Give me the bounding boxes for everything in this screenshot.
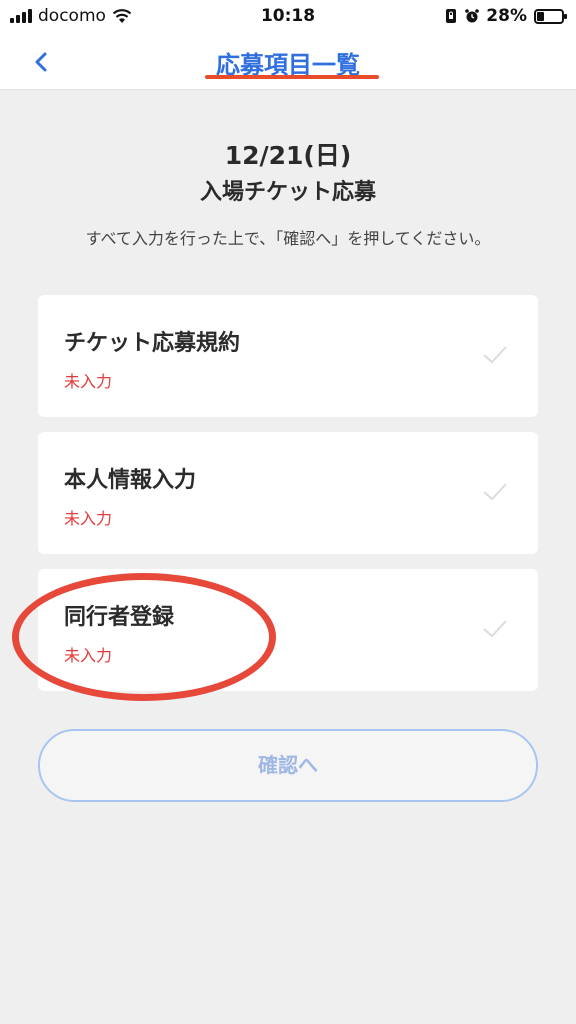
check-icon xyxy=(483,483,507,501)
nav-bar: 応募項目一覧 xyxy=(0,34,576,90)
portrait-lock-icon xyxy=(446,9,457,23)
check-icon xyxy=(483,346,507,364)
item-status: 未入力 xyxy=(64,509,113,528)
status-right: 28% xyxy=(444,6,567,26)
instruction-text: すべて入力を行った上で、「確認へ」を押してください。 xyxy=(85,229,491,248)
confirm-button[interactable]: 確認へ xyxy=(38,729,538,802)
item-status: 未入力 xyxy=(64,372,113,391)
item-title: チケット応募規約 xyxy=(64,331,241,356)
item-status: 未入力 xyxy=(64,646,113,665)
item-title: 同行者登録 xyxy=(64,605,175,630)
title-annotation-underline xyxy=(205,75,379,79)
item-card-terms[interactable]: チケット応募規約 未入力 xyxy=(38,295,538,417)
alarm-icon xyxy=(465,9,480,23)
item-card-companion[interactable]: 同行者登録 未入力 xyxy=(38,569,538,691)
battery-percent: 28% xyxy=(486,6,527,26)
check-icon xyxy=(483,620,507,638)
battery-icon xyxy=(534,8,567,24)
status-bar: docomo 10:18 28% xyxy=(0,0,576,34)
item-title: 本人情報入力 xyxy=(64,468,197,493)
item-card-personal-info[interactable]: 本人情報入力 未入力 xyxy=(38,432,538,554)
battery-level xyxy=(537,11,545,21)
application-title: 入場チケット応募 xyxy=(199,180,376,205)
event-date: 12/21(日) xyxy=(224,141,352,170)
